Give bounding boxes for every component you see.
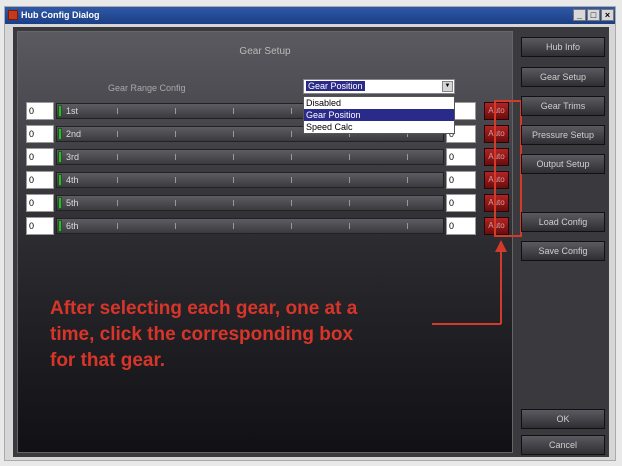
slider-thumb[interactable]: [58, 197, 62, 209]
gear-mode-select-value: Gear Position: [306, 81, 365, 91]
slider-tick: [175, 108, 176, 114]
slider-tick: [291, 223, 292, 229]
gear-min-input[interactable]: 0: [26, 194, 54, 212]
gear-min-input[interactable]: 0: [26, 125, 54, 143]
slider-tick: [175, 200, 176, 206]
slider-tick: [291, 177, 292, 183]
hub-config-dialog-window: Hub Config Dialog _ □ × Gear Setup Gear …: [4, 6, 616, 461]
slider-tick: [117, 200, 118, 206]
maximize-button[interactable]: □: [587, 9, 600, 21]
slider-thumb[interactable]: [58, 105, 62, 117]
slider-tick: [117, 131, 118, 137]
pressure-setup-button[interactable]: Pressure Setup: [521, 125, 605, 145]
instruction-annotation: After selecting each gear, one at a time…: [50, 296, 470, 374]
slider-thumb[interactable]: [58, 220, 62, 232]
dropdown-option-disabled[interactable]: Disabled: [304, 97, 454, 109]
gear-label: 6th: [66, 221, 79, 231]
gear-trims-button[interactable]: Gear Trims: [521, 96, 605, 116]
window-title: Hub Config Dialog: [21, 10, 100, 20]
gear-range-slider[interactable]: 3rd: [56, 149, 466, 165]
slider-tick: [349, 223, 350, 229]
slider-tick: [349, 154, 350, 160]
slider-tick: [117, 223, 118, 229]
save-config-button[interactable]: Save Config: [521, 241, 605, 261]
slider-tick: [233, 108, 234, 114]
panel-title: Gear Setup: [239, 46, 291, 57]
annotation-line-2: time, click the corresponding box: [50, 324, 354, 345]
gear-range-slider[interactable]: 4th: [56, 172, 466, 188]
cancel-button[interactable]: Cancel: [521, 435, 605, 455]
gear-label: 3rd: [66, 152, 80, 162]
slider-thumb[interactable]: [58, 128, 62, 140]
slider-tick: [407, 200, 408, 206]
dropdown-option-gear-position[interactable]: Gear Position: [304, 109, 454, 121]
gear-label: 1st: [66, 106, 79, 116]
slider-tick: [175, 154, 176, 160]
gear-mode-select[interactable]: Gear Position ▼: [303, 79, 455, 94]
slider-tick: [175, 177, 176, 183]
gear-label: 2nd: [66, 129, 82, 139]
slider-tick: [407, 154, 408, 160]
gear-max-input[interactable]: 0: [446, 194, 476, 212]
gear-row: 0 5th 0 Auto: [18, 193, 514, 213]
gear-range-config-label: Gear Range Config: [108, 83, 186, 93]
slider-tick: [349, 177, 350, 183]
slider-tick: [233, 200, 234, 206]
chevron-down-icon[interactable]: ▼: [442, 81, 453, 92]
gear-min-input[interactable]: 0: [26, 102, 54, 120]
gear-label: 5th: [66, 198, 79, 208]
close-button[interactable]: ×: [601, 9, 614, 21]
gear-row: 0 3rd 0 Auto: [18, 147, 514, 167]
gear-range-slider[interactable]: 6th: [56, 218, 466, 234]
minimize-button[interactable]: _: [573, 9, 586, 21]
gear-setup-button[interactable]: Gear Setup: [521, 67, 605, 87]
slider-tick: [407, 223, 408, 229]
app-icon: [8, 10, 18, 20]
gear-min-input[interactable]: 0: [26, 148, 54, 166]
title-bar: Hub Config Dialog _ □ ×: [5, 7, 615, 24]
slider-tick: [233, 154, 234, 160]
dialog-client-area: Gear Setup Gear Range Config Gear Positi…: [13, 27, 609, 457]
slider-tick: [175, 223, 176, 229]
slider-thumb[interactable]: [58, 174, 62, 186]
hub-info-button[interactable]: Hub Info: [521, 37, 605, 57]
gear-max-input[interactable]: 0: [446, 148, 476, 166]
load-config-button[interactable]: Load Config: [521, 212, 605, 232]
gear-label: 4th: [66, 175, 79, 185]
slider-tick: [407, 177, 408, 183]
gear-min-input[interactable]: 0: [26, 217, 54, 235]
slider-tick: [291, 108, 292, 114]
slider-tick: [291, 200, 292, 206]
slider-tick: [117, 177, 118, 183]
auto-buttons-highlight: [494, 100, 522, 237]
gear-min-input[interactable]: 0: [26, 171, 54, 189]
slider-tick: [233, 131, 234, 137]
gear-mode-dropdown-list: Disabled Gear Position Speed Calc: [303, 96, 455, 134]
gear-range-slider[interactable]: 5th: [56, 195, 466, 211]
annotation-line-1: After selecting each gear, one at a: [50, 298, 358, 319]
gear-setup-panel: Gear Setup Gear Range Config Gear Positi…: [17, 31, 522, 453]
gear-max-input[interactable]: 0: [446, 171, 476, 189]
gear-row: 0 4th 0 Auto: [18, 170, 514, 190]
slider-tick: [233, 223, 234, 229]
slider-thumb[interactable]: [58, 151, 62, 163]
dropdown-option-speed-calc[interactable]: Speed Calc: [304, 121, 454, 133]
slider-tick: [117, 154, 118, 160]
output-setup-button[interactable]: Output Setup: [521, 154, 605, 174]
slider-tick: [291, 131, 292, 137]
slider-tick: [349, 200, 350, 206]
annotation-line-3: for that gear.: [50, 350, 166, 371]
slider-tick: [117, 108, 118, 114]
ok-button[interactable]: OK: [521, 409, 605, 429]
slider-tick: [175, 131, 176, 137]
slider-tick: [233, 177, 234, 183]
slider-tick: [291, 154, 292, 160]
